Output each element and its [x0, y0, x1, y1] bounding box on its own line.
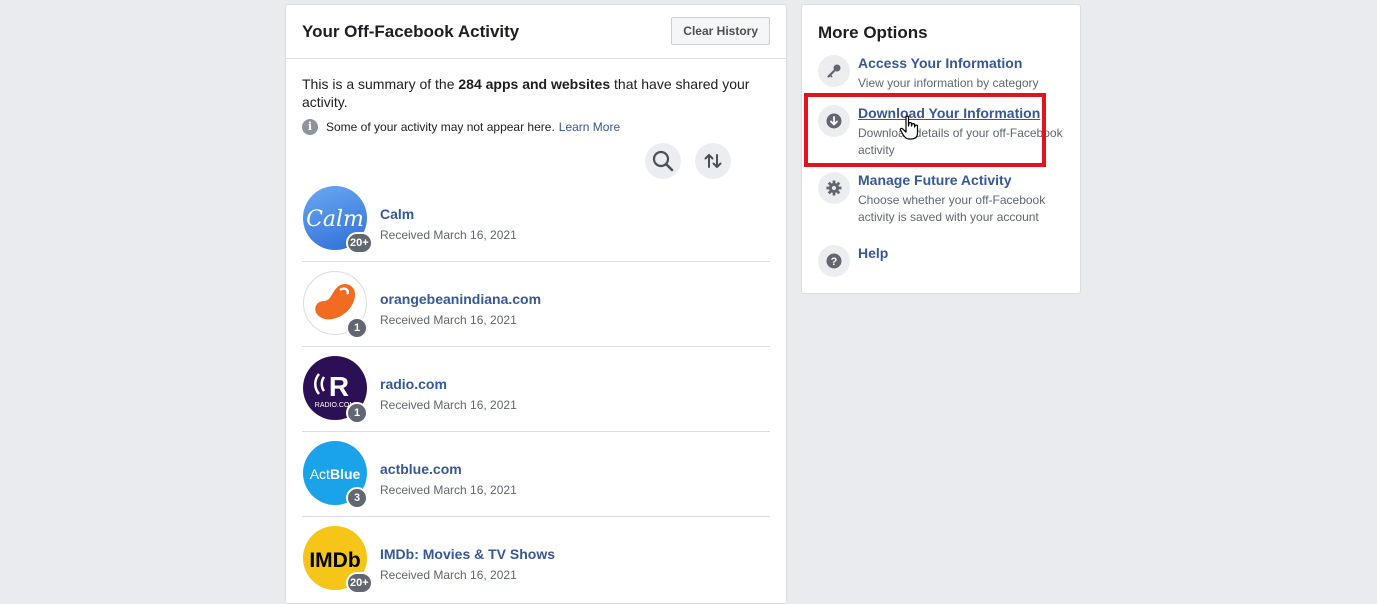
- notice-text: Some of your activity may not appear her…: [326, 120, 555, 134]
- option-title[interactable]: Help: [858, 245, 888, 261]
- activity-count-badge: 20+: [346, 232, 373, 254]
- app-name[interactable]: orangebeanindiana.com: [380, 291, 541, 307]
- activity-count-badge: 20+: [346, 572, 373, 594]
- gear-icon: [818, 172, 850, 204]
- activity-notice: i Some of your activity may not appear h…: [302, 119, 620, 135]
- app-name[interactable]: Calm: [380, 206, 414, 222]
- clear-history-button[interactable]: Clear History: [671, 17, 770, 45]
- option-title[interactable]: Manage Future Activity: [858, 172, 1012, 188]
- sort-icon: [704, 154, 722, 168]
- option-title[interactable]: Access Your Information: [858, 55, 1022, 71]
- app-row-calm[interactable]: Calm 20+ Calm Received March 16, 2021: [302, 177, 770, 262]
- received-date: Received March 16, 2021: [380, 483, 517, 497]
- sort-button[interactable]: [695, 143, 731, 179]
- svg-text:ActBlue: ActBlue: [310, 466, 361, 482]
- app-row-radio[interactable]: R RADIO.COM 1 radio.com Received March 1…: [302, 347, 770, 432]
- learn-more-link[interactable]: Learn More: [559, 120, 620, 134]
- activity-count-badge: 3: [346, 487, 368, 509]
- received-date: Received March 16, 2021: [380, 313, 517, 327]
- activity-count-badge: 1: [346, 402, 368, 424]
- actblue-logo-blue: Blue: [330, 466, 361, 482]
- search-icon: [652, 150, 674, 172]
- more-options-title: More Options: [818, 23, 928, 42]
- imdb-logo-text: IMDb: [309, 549, 360, 572]
- calm-logo-text: Calm: [306, 207, 364, 232]
- download-icon: [818, 105, 850, 137]
- off-facebook-activity-card: Your Off-Facebook Activity Clear History…: [285, 4, 787, 604]
- received-date: Received March 16, 2021: [380, 568, 517, 582]
- radio-logo-r: R: [329, 371, 349, 402]
- app-list: Calm 20+ Calm Received March 16, 2021 1 …: [302, 177, 770, 601]
- page-title: Your Off-Facebook Activity: [302, 22, 520, 41]
- app-row-actblue[interactable]: ActBlue 3 actblue.com Received March 16,…: [302, 432, 770, 517]
- app-name[interactable]: IMDb: Movies & TV Shows: [380, 546, 555, 562]
- summary-count: 284 apps and websites: [458, 76, 611, 92]
- help-icon: ?: [818, 245, 850, 277]
- hand-cursor-icon: [899, 115, 919, 140]
- app-row-orangebeanindiana[interactable]: 1 orangebeanindiana.com Received March 1…: [302, 262, 770, 347]
- actblue-logo-act: Act: [310, 466, 330, 482]
- option-description: Choose whether your off-Facebook activit…: [858, 193, 1046, 224]
- more-options-card: More Options Access Your Information Vie…: [801, 4, 1081, 294]
- summary-text: This is a summary of the 284 apps and we…: [302, 75, 772, 111]
- option-title[interactable]: Download Your Information: [858, 105, 1040, 121]
- key-icon: [818, 55, 850, 87]
- app-name[interactable]: actblue.com: [380, 461, 462, 477]
- info-icon: i: [302, 119, 318, 135]
- received-date: Received March 16, 2021: [380, 228, 517, 242]
- activity-count-badge: 1: [346, 317, 368, 339]
- option-description: View your information by category: [858, 76, 1039, 90]
- app-name[interactable]: radio.com: [380, 376, 447, 392]
- received-date: Received March 16, 2021: [380, 398, 517, 412]
- summary-pre: This is a summary of the: [302, 76, 459, 92]
- card-header: Your Off-Facebook Activity Clear History: [286, 5, 786, 59]
- svg-text:?: ?: [831, 256, 838, 268]
- search-button[interactable]: [645, 143, 681, 179]
- app-row-imdb[interactable]: IMDb 20+ IMDb: Movies & TV Shows Receive…: [302, 517, 770, 601]
- option-description: Download details of your off-Facebook ac…: [858, 126, 1063, 157]
